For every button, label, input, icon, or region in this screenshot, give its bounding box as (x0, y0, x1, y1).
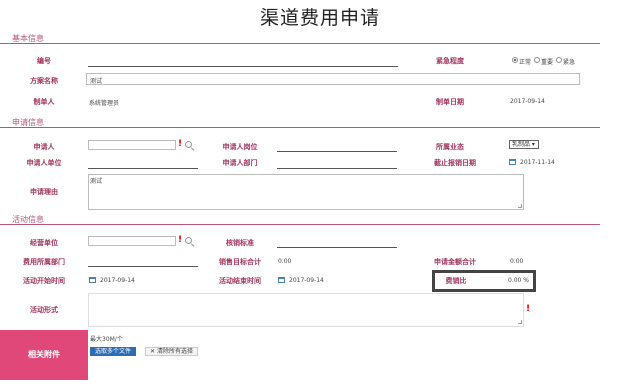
clear-selection-button[interactable]: ✕ 清除所有选择 (145, 347, 198, 356)
sales-target-label: 销售目标合计 (219, 258, 261, 266)
section-basic-info: 基本信息 (0, 33, 600, 44)
reason-resize-handle[interactable] (518, 204, 522, 208)
page-title: 渠道费用申请 (259, 7, 380, 29)
applicant-label: 申请人 (33, 143, 55, 151)
applicant-search-icon[interactable] (185, 141, 192, 148)
plan-name-label: 方案名称 (30, 77, 58, 85)
dept-label: 申请人部门 (222, 159, 258, 167)
start-label: 活动开始时间 (23, 277, 65, 285)
dept-field[interactable] (277, 168, 397, 169)
reason-textarea[interactable] (88, 174, 524, 210)
activity-form-textarea[interactable] (88, 293, 524, 327)
start-calendar-icon[interactable] (89, 277, 96, 283)
section-apply-info: 申请信息 (0, 117, 600, 128)
standard-label: 核销标准 (226, 239, 254, 247)
cost-dept-field[interactable] (88, 266, 198, 267)
business-label: 所属业态 (436, 143, 464, 151)
urgency-urgent-radio[interactable] (556, 57, 562, 63)
urgency-important-radio[interactable] (534, 57, 540, 63)
deadline-calendar-icon[interactable] (509, 159, 516, 165)
business-select-value: 乳制品 (512, 141, 531, 148)
amount-total-value: 0.00 (510, 258, 524, 265)
dealer-required-mark: ! (178, 235, 183, 245)
unit-field[interactable] (88, 168, 198, 169)
attachment-label: 相关附件 (0, 330, 88, 380)
position-field[interactable] (277, 151, 397, 152)
number-label: 编号 (37, 57, 51, 65)
urgency-important-label: 重要 (541, 59, 554, 66)
urgency-normal-radio[interactable] (512, 57, 518, 63)
amount-total-label: 申请金额合计 (434, 258, 476, 266)
activity-form-label: 活动形式 (30, 306, 58, 314)
business-select[interactable]: 乳制品 ▾ (509, 140, 539, 149)
create-date-label: 制单日期 (436, 98, 464, 106)
end-calendar-icon[interactable] (278, 277, 285, 283)
number-field[interactable] (88, 66, 398, 67)
plan-name-value: 测试 (90, 78, 103, 85)
cost-dept-label: 费用所属部门 (23, 258, 65, 266)
create-date-value: 2017-09-14 (510, 98, 545, 105)
creator-value: 系统管理员 (89, 100, 120, 107)
start-value[interactable]: 2017-09-14 (100, 277, 135, 284)
clear-selection-label: 清除所有选择 (156, 348, 193, 355)
end-value[interactable]: 2017-09-14 (289, 277, 324, 284)
sales-target-value: 0.00 (278, 258, 292, 265)
urgency-label: 紧急程度 (436, 57, 464, 65)
urgency-urgent-label: 紧急 (563, 59, 576, 66)
end-label: 活动结束时间 (219, 277, 261, 285)
applicant-required-mark: ! (178, 139, 183, 149)
dealer-label: 经营单位 (30, 239, 58, 247)
applicant-input[interactable] (88, 140, 176, 150)
section-basic-title: 基本信息 (12, 34, 44, 43)
select-files-button[interactable]: 选取多个文件 (90, 347, 137, 356)
section-activity-title: 活动信息 (12, 215, 44, 224)
unit-label: 申请人单位 (26, 159, 62, 167)
section-apply-title: 申请信息 (12, 118, 44, 127)
attachment-max-size: 最大30M/个 (90, 336, 123, 343)
standard-field[interactable] (277, 247, 397, 248)
creator-label: 制单人 (33, 98, 55, 106)
deadline-label: 截止报销日期 (434, 159, 476, 167)
position-label: 申请人岗位 (222, 143, 258, 151)
plan-name-input[interactable] (86, 73, 580, 85)
section-activity-info: 活动信息 (0, 214, 600, 225)
activity-form-required-mark: ! (526, 304, 531, 314)
dealer-input[interactable] (88, 236, 176, 246)
reason-value: 测试 (90, 178, 103, 185)
close-icon: ✕ (150, 348, 157, 355)
reason-label: 申请理由 (30, 188, 58, 196)
urgency-normal-label: 正常 (519, 59, 532, 66)
dealer-search-icon[interactable] (185, 237, 192, 244)
deadline-value[interactable]: 2017-11-14 (520, 159, 555, 166)
activity-form-resize-handle[interactable] (518, 320, 522, 324)
ratio-label: 费销比 (445, 277, 467, 285)
ratio-value: 0.00 % (508, 277, 529, 284)
